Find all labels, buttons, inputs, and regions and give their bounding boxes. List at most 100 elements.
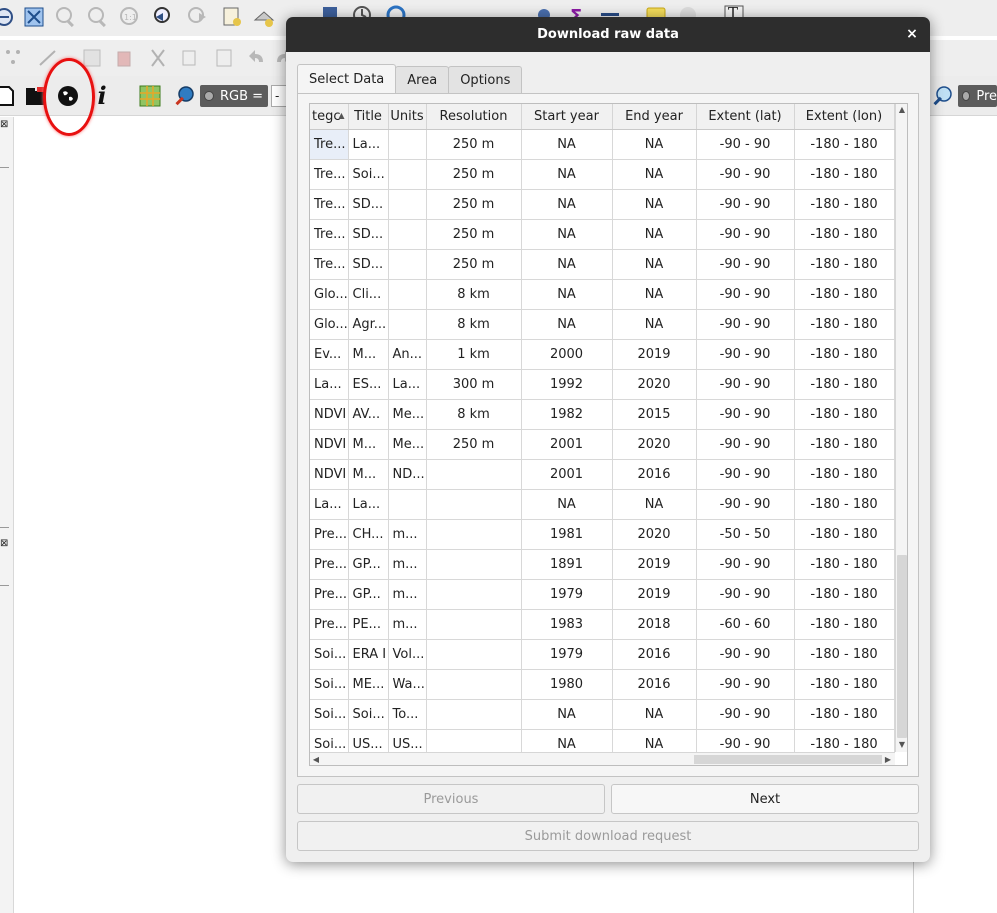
table-cell [426,609,522,640]
scroll-up-icon[interactable]: ▲ [896,104,907,116]
table-cell: ME... [348,669,389,700]
table-cell: -90 - 90 [696,429,795,460]
column-header-end-year[interactable]: End year [612,104,697,130]
zoom-in-icon[interactable] [54,5,78,29]
table-cell: -50 - 50 [696,519,795,550]
zoom-out-icon[interactable] [86,5,110,29]
column-header-resolution[interactable]: Resolution [426,104,522,130]
table-row[interactable]: Ev... M... An... 1 km 2000 2019 -90 - 90 -180 -… [310,339,895,370]
right-selector-radio [962,91,971,101]
column-header-units[interactable]: Units [388,104,427,130]
table-row[interactable]: Tre... SD... 250 m NA NA -90 - 90 -180 - 180 [310,249,895,280]
table-row[interactable]: Pre... PE... m... 1983 2018 -60 - 60 -180 - 18… [310,609,895,640]
close-icon[interactable]: × [904,26,920,42]
copy-icon[interactable] [178,46,202,70]
table-row[interactable]: La... La... NA NA -90 - 90 -180 - 180 [310,489,895,520]
tab-options[interactable]: Options [448,66,523,93]
table-row[interactable]: Pre... GP... m... 1979 2019 -90 - 90 -180 - 18… [310,579,895,610]
next-button[interactable]: Next [611,784,919,814]
table-body: Tre... La... 250 m NA NA -90 - 90 -180 - 180 Tr… [310,129,895,760]
tab-select-data[interactable]: Select Data [297,64,397,93]
layer-selector[interactable]: RGB = [200,85,268,107]
table-row[interactable]: NDVI AV... Me... 8 km 1982 2015 -90 - 90 -180 -… [310,399,895,430]
new-map-view-icon[interactable] [220,5,244,29]
table-row[interactable]: La... ES... La... 300 m 1992 2020 -90 - 90 -180… [310,369,895,400]
table-cell: NA [612,129,697,160]
table-row[interactable]: Soi... ERA I Vol... 1979 2016 -90 - 90 -180 - … [310,639,895,670]
table-cell: -90 - 90 [696,549,795,580]
layer-selector-radio [204,91,214,101]
table-cell: NDVI [310,429,349,460]
delete-selected-icon[interactable] [112,46,136,70]
panel-border [0,585,9,586]
vertical-scroll-thumb[interactable] [897,555,907,738]
table-row[interactable]: Soi... Soi... To... NA NA -90 - 90 -180 - 180 [310,699,895,730]
sort-ascending-icon: ▲ [338,111,345,120]
table-cell: Agr... [348,309,389,340]
table-cell: -90 - 90 [696,189,795,220]
panel-close-icon[interactable]: ⊠ [0,119,8,130]
tab-area[interactable]: Area [395,66,450,93]
digitize-icon[interactable] [2,46,26,70]
layer-value-field[interactable]: - [271,85,287,107]
table-cell: ERA I [348,639,389,670]
zoom-to-layer-icon[interactable] [930,84,954,108]
panel-border [0,167,9,168]
table-cell [388,159,427,190]
new-3d-view-icon[interactable] [252,5,276,29]
zoom-full-icon[interactable] [22,5,46,29]
table-row[interactable]: Tre... Soi... 250 m NA NA -90 - 90 -180 - 180 [310,159,895,190]
scroll-down-icon[interactable]: ▼ [896,739,907,751]
table-cell: -180 - 180 [794,339,895,370]
horizontal-scroll-thumb[interactable] [694,755,882,764]
column-header-extent-lon[interactable]: Extent (lon) [794,104,895,130]
zoom-last-icon[interactable] [152,5,176,29]
table-row[interactable]: Pre... GP... m... 1891 2019 -90 - 90 -180 - 18… [310,549,895,580]
new-file-icon[interactable] [0,84,18,108]
search-layer-icon[interactable] [172,84,196,108]
submit-download-request-button[interactable]: Submit download request [297,821,919,851]
zoom-native-icon[interactable]: 1:1 [118,5,142,29]
cut-icon[interactable] [146,46,170,70]
scroll-right-icon[interactable]: ▶ [882,753,894,765]
panel-close-icon[interactable]: ⊠ [0,538,8,549]
table-cell: -90 - 90 [696,669,795,700]
table-cell: -180 - 180 [794,189,895,220]
undo-icon[interactable] [246,46,270,70]
table-row[interactable]: NDVI M... Me... 250 m 2001 2020 -90 - 90 -180 -… [310,429,895,460]
horizontal-scrollbar[interactable]: ◀ ▶ [310,752,895,765]
table-row[interactable]: Pre... CH... m... 1981 2020 -50 - 50 -180 - 18… [310,519,895,550]
plugin-grid-icon[interactable] [138,84,162,108]
dialog-titlebar[interactable]: Download raw data × [286,17,930,52]
right-selector-label: Pre [976,88,997,104]
table-row[interactable]: Glo... Agr... 8 km NA NA -90 - 90 -180 - 180 [310,309,895,340]
table-row[interactable]: NDVI M... ND... 2001 2016 -90 - 90 -180 - 180 [310,459,895,490]
table-cell: SD... [348,189,389,220]
column-header-label: tegc [312,108,341,124]
table-row[interactable]: Glo... Cli... 8 km NA NA -90 - 90 -180 - 180 [310,279,895,310]
zoom-next-icon[interactable] [186,5,210,29]
column-header-start-year[interactable]: Start year [521,104,613,130]
table-cell [388,129,427,160]
table-row[interactable]: Tre... La... 250 m NA NA -90 - 90 -180 - 180 [310,129,895,160]
column-header-category[interactable]: tegc ▲ [310,104,349,130]
table-cell: NA [612,699,697,730]
table-cell: -180 - 180 [794,699,895,730]
right-layer-selector[interactable]: Pre [958,85,997,107]
table-row[interactable]: Tre... SD... 250 m NA NA -90 - 90 -180 - 180 [310,219,895,250]
table-cell: 2016 [612,459,697,490]
previous-button[interactable]: Previous [297,784,605,814]
table-cell: m... [388,609,427,640]
zoom-out-partial-icon[interactable] [0,5,16,29]
table-row[interactable]: Soi... ME... Wa... 1980 2016 -90 - 90 -180 - 1… [310,669,895,700]
scroll-left-icon[interactable]: ◀ [310,753,322,765]
table-cell: La... [388,369,427,400]
column-header-extent-lat[interactable]: Extent (lat) [696,104,795,130]
table-row[interactable]: Tre... SD... 250 m NA NA -90 - 90 -180 - 180 [310,189,895,220]
column-header-title[interactable]: Title [348,104,389,130]
table-cell: 2015 [612,399,697,430]
table-cell: Tre... [310,189,349,220]
vertical-scrollbar[interactable]: ▲ ▼ [895,104,907,752]
table-cell: ND... [388,459,427,490]
paste-icon[interactable] [212,46,236,70]
